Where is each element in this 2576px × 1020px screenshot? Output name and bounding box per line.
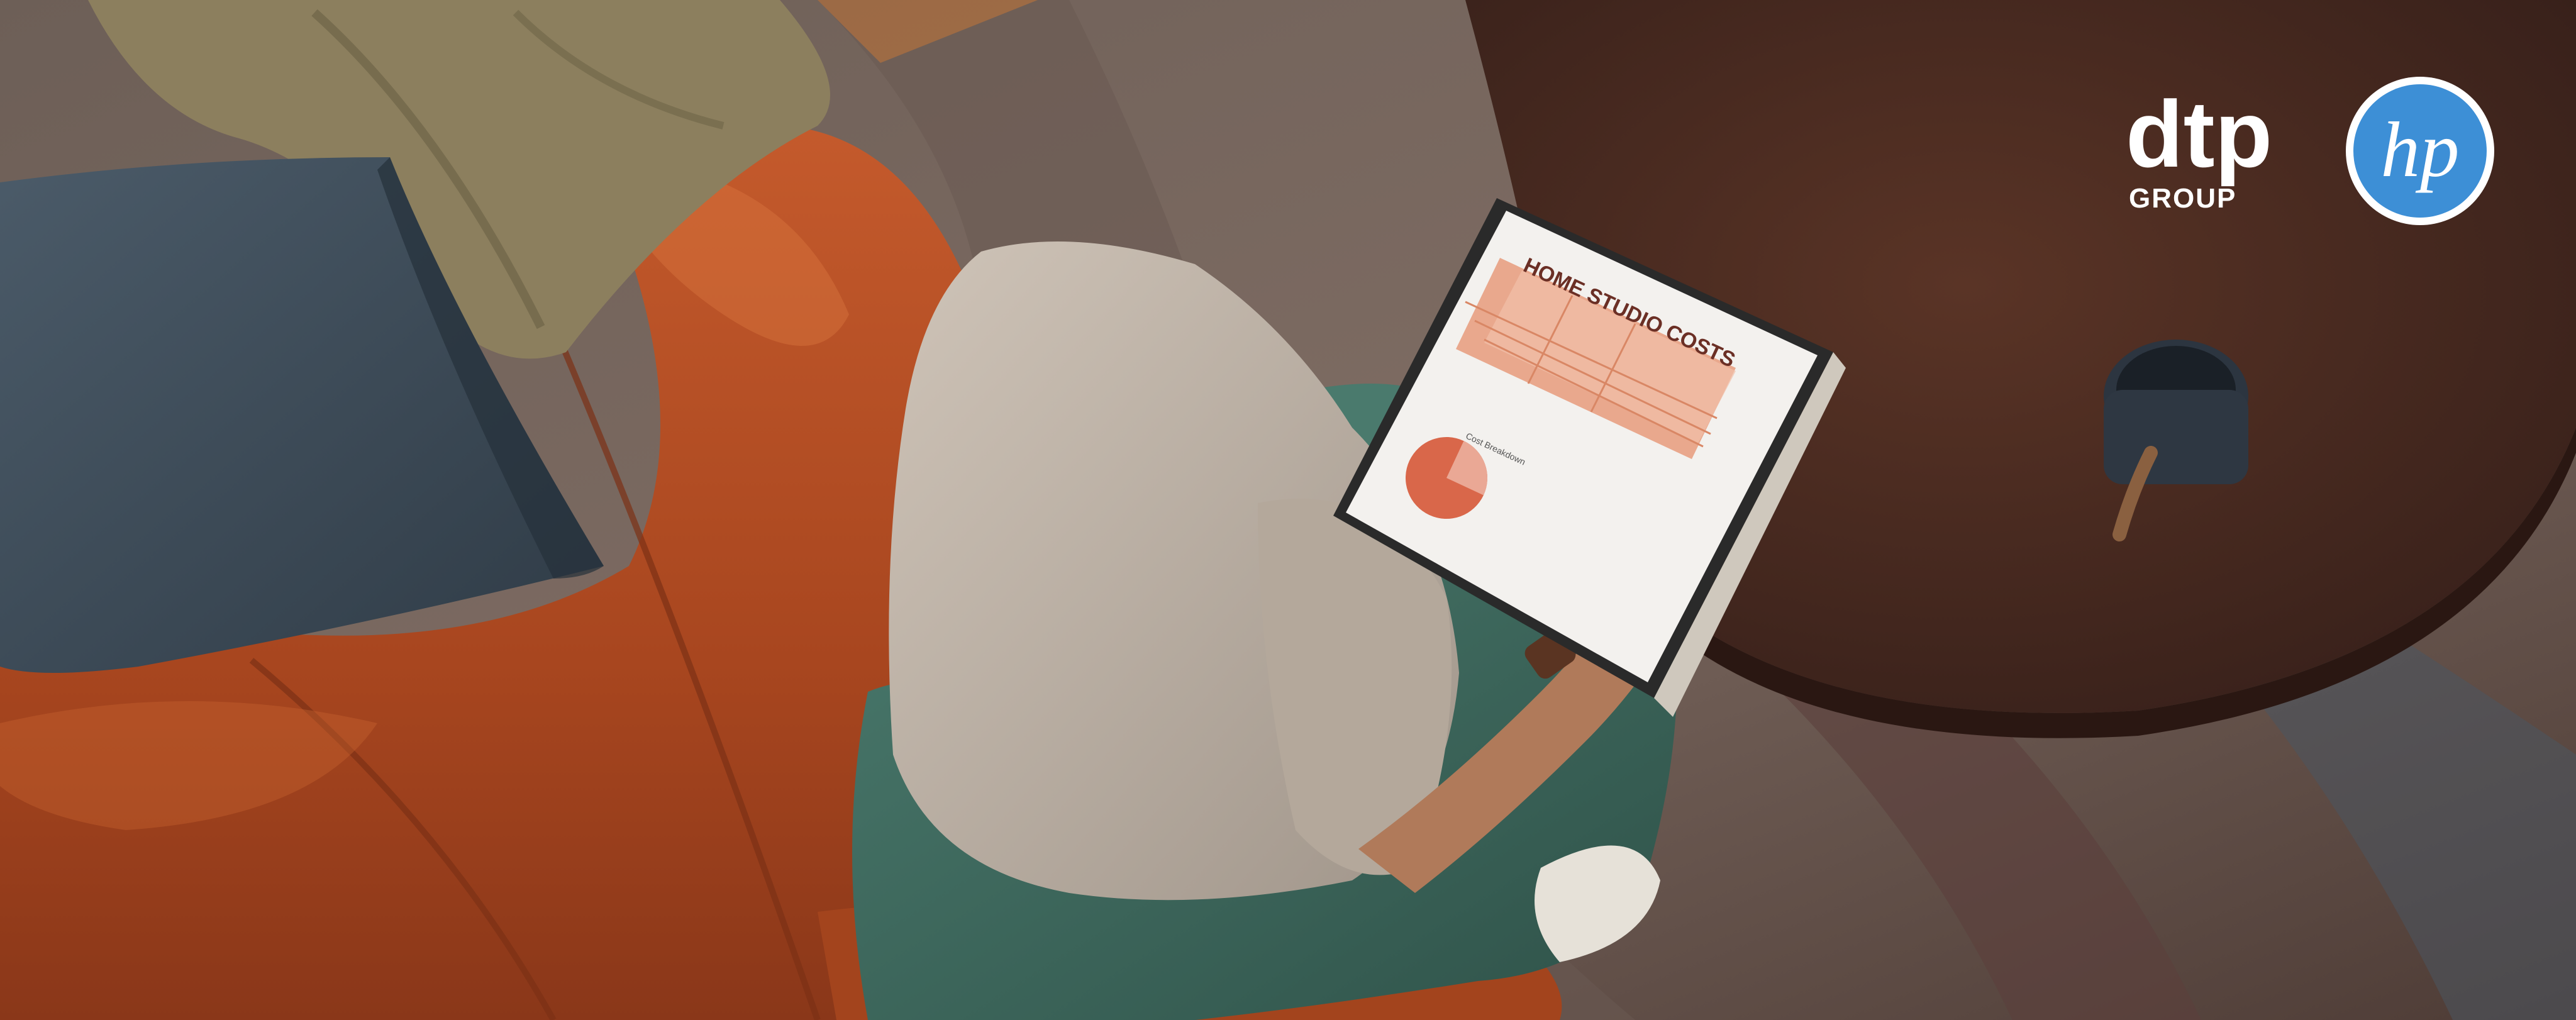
hp-logo: hp [2346,77,2494,225]
hp-wordmark: hp [2381,107,2460,194]
logo-area: dtp GROUP hp [2126,72,2516,230]
screen-title: HOME STUDIO COSTS [1520,253,1739,372]
brand-logos: dtp GROUP hp [2126,77,2494,225]
dtp-group-logo: dtp GROUP [2126,81,2272,214]
dtp-wordmark: dtp [2126,81,2272,187]
photo-scene: HOME STUDIO COSTS Cost Breakdown dtp GRO… [0,0,2576,1020]
dtp-subline: GROUP [2129,183,2236,214]
